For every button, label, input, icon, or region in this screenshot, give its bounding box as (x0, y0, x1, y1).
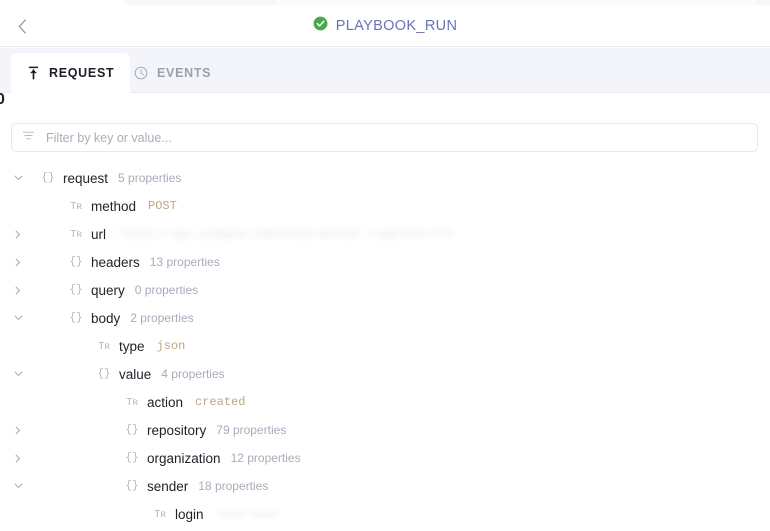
tab-events[interactable]: EVENTS (118, 53, 227, 93)
tree-row[interactable]: {} body 2 properties (0, 304, 770, 332)
tree-row[interactable]: {} headers 13 properties (0, 248, 770, 276)
tree-row-key: repository (147, 422, 207, 438)
chevron-right-icon[interactable] (10, 248, 26, 276)
tree-row-key: organization (147, 450, 221, 466)
tree-row-value-redacted: https://api.example.com/hooks/abc123 x-p… (121, 228, 452, 240)
tree-row-property-count: 2 properties (130, 311, 194, 325)
object-type-icon: {} (97, 368, 111, 380)
tree-row-key: sender (147, 478, 189, 494)
string-type-icon: Tʀ (70, 200, 82, 212)
object-type-icon: {} (69, 312, 83, 324)
tree-row[interactable]: {} sender 18 properties (0, 472, 770, 500)
chevron-right-icon[interactable] (10, 220, 26, 248)
object-type-icon: {} (69, 256, 83, 268)
chevron-right-icon[interactable] (10, 276, 26, 304)
tree-row[interactable]: {} query 0 properties (0, 276, 770, 304)
filter-input[interactable] (44, 124, 747, 151)
page-title-text: PLAYBOOK_RUN (335, 18, 458, 34)
filter-icon (22, 129, 35, 147)
tree-row-key: action (147, 394, 184, 410)
filter-box[interactable] (11, 123, 758, 152)
tree-row[interactable]: {} repository 79 properties (0, 416, 770, 444)
object-type-icon: {} (69, 284, 83, 296)
check-circle-icon (313, 16, 328, 36)
string-type-icon: Tʀ (126, 396, 138, 408)
tree-row-key: query (91, 282, 125, 298)
tab-request-label: REQUEST (49, 66, 115, 80)
tree-row-key: url (91, 226, 107, 242)
tree-row-value: POST (148, 199, 177, 213)
string-type-icon: Tʀ (154, 508, 166, 520)
page-title: PLAYBOOK_RUN (0, 5, 770, 47)
tree-row-property-count: 0 properties (134, 283, 199, 297)
chevron-down-icon[interactable] (10, 164, 26, 192)
tree-row[interactable]: Tʀ login octo-user (0, 500, 770, 528)
object-type-icon: {} (125, 424, 139, 436)
tree-row-property-count: 79 properties (216, 423, 287, 437)
tree-row-property-count: 18 properties (198, 479, 269, 493)
tree-row-property-count: 13 properties (149, 255, 220, 269)
object-type-icon: {} (125, 480, 139, 492)
tree-row[interactable]: Tʀ url https://api.example.com/hooks/abc12… (0, 220, 770, 248)
object-type-icon: {} (125, 452, 139, 464)
back-button[interactable] (8, 12, 36, 40)
chevron-left-icon (18, 18, 27, 34)
tree-row[interactable]: {} value 4 properties (0, 360, 770, 388)
tree-row-key: body (91, 310, 121, 326)
filter-row (11, 123, 758, 152)
playbook-run-detail-panel: PLAYBOOK_RUN REQUEST EVENTS 0 Filter by … (0, 0, 770, 531)
tree-row-value-redacted: octo-user (218, 508, 278, 520)
chevron-right-icon[interactable] (10, 444, 26, 472)
tree-row-value: created (195, 395, 246, 409)
tree-row[interactable]: Tʀ action created (0, 388, 770, 416)
tree-row-property-count: 12 properties (230, 451, 301, 465)
string-type-icon: Tʀ (98, 340, 110, 352)
tree-row[interactable]: Tʀ method POST (0, 192, 770, 220)
string-type-icon: Tʀ (70, 228, 82, 240)
tree-row-key: headers (91, 254, 140, 270)
tree-row-key: value (119, 366, 152, 382)
detail-header: PLAYBOOK_RUN (0, 5, 770, 47)
chevron-down-icon[interactable] (10, 304, 26, 332)
clock-icon (134, 66, 148, 80)
tab-events-label: EVENTS (157, 66, 212, 80)
tree-row-property-count: 5 properties (118, 171, 182, 185)
tab-request[interactable]: REQUEST (11, 53, 131, 93)
tree-row-key: request (63, 170, 109, 186)
tree-row-value: json (156, 339, 186, 353)
tree-row[interactable]: Tʀ type json (0, 332, 770, 360)
tree-row-key: method (91, 198, 137, 214)
object-type-icon: {} (41, 172, 55, 184)
tree-row-property-count: 4 properties (161, 367, 225, 381)
upload-arrow-icon (27, 66, 40, 80)
clipped-overflow-glyph: 0 (0, 91, 5, 108)
chevron-down-icon[interactable] (10, 360, 26, 388)
tree-row[interactable]: {} request 5 properties (0, 164, 770, 192)
tab-bar: REQUEST EVENTS (0, 48, 770, 93)
tree-row-key: login (175, 506, 204, 522)
tree-row[interactable]: {} organization 12 properties (0, 444, 770, 472)
chevron-right-icon[interactable] (10, 416, 26, 444)
json-tree: {} request 5 properties Tʀ method POST Tʀ url ht… (0, 164, 770, 531)
tree-row-key: type (119, 338, 145, 354)
chevron-down-icon[interactable] (10, 472, 26, 500)
